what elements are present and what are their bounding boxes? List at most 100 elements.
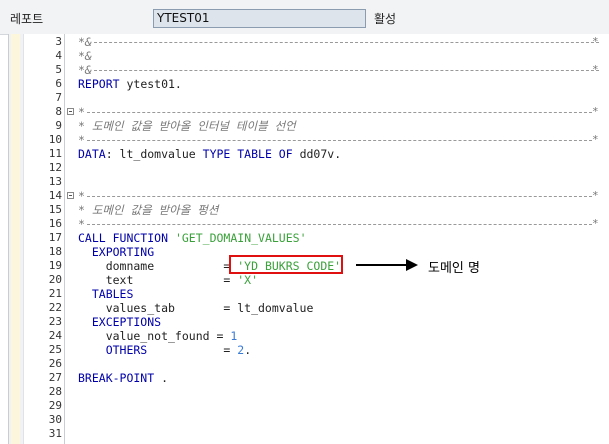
comment-rule xyxy=(87,224,592,225)
line-number: 3 xyxy=(55,35,62,48)
code-line[interactable]: 3 *& * xyxy=(9,35,609,49)
line-number: 30 xyxy=(48,413,62,426)
code-line[interactable]: 24 value_not_found = 1 xyxy=(9,329,609,343)
line-number: 14 xyxy=(48,189,62,202)
code-token: EXCEPTIONS xyxy=(78,315,162,329)
code-token: BREAK-POINT xyxy=(78,371,155,385)
code-token: domname = xyxy=(78,259,238,273)
comment-rule xyxy=(87,112,592,113)
line-number: 4 xyxy=(55,49,62,62)
code-line[interactable]: 28 xyxy=(9,385,609,399)
code-token: value_not_found = xyxy=(78,329,231,343)
line-number: 9 xyxy=(55,119,62,132)
code-line[interactable]: 30 xyxy=(9,413,609,427)
line-number: 16 xyxy=(48,217,62,230)
code-line[interactable]: 13 xyxy=(9,175,609,189)
arrow-line xyxy=(356,264,408,266)
code-text: DATA: lt_domvalue TYPE TABLE OF dd07v. xyxy=(78,147,341,161)
line-number: 5 xyxy=(55,63,62,76)
code-line[interactable]: 22 values_tab = lt_domvalue xyxy=(9,301,609,315)
code-text: BREAK-POINT . xyxy=(78,371,168,385)
status-label: 활성 xyxy=(374,12,397,26)
code-token: EXPORTING xyxy=(78,245,155,259)
code-text: text = 'X' xyxy=(78,273,258,287)
code-token: values_tab = lt_domvalue xyxy=(78,301,314,315)
code-line[interactable]: 9 * 도메인 값을 받아올 인터널 테이블 선언 xyxy=(9,119,609,133)
code-text: CALL FUNCTION 'GET_DOMAIN_VALUES' xyxy=(78,231,307,245)
fold-toggle-icon[interactable] xyxy=(67,108,74,115)
line-number: 18 xyxy=(48,245,62,258)
arrow-head-icon xyxy=(406,259,418,271)
comment-rule xyxy=(87,196,592,197)
line-number: 10 xyxy=(48,133,62,146)
comment-rule xyxy=(94,42,599,43)
line-number: 6 xyxy=(55,77,62,90)
code-line[interactable]: 17 CALL FUNCTION 'GET_DOMAIN_VALUES' xyxy=(9,231,609,245)
code-line[interactable]: 8 * * xyxy=(9,105,609,119)
code-line[interactable]: 31 xyxy=(9,427,609,441)
code-token: OTHERS xyxy=(78,343,148,357)
comment-text: * xyxy=(78,105,85,119)
comment-text: *& xyxy=(78,49,92,63)
code-line[interactable]: 4 *& xyxy=(9,49,609,63)
code-line[interactable]: 11 DATA: lt_domvalue TYPE TABLE OF dd07v. xyxy=(9,147,609,161)
annotation-label: 도메인 명 xyxy=(428,261,480,276)
code-line[interactable]: 5 *& * xyxy=(9,63,609,77)
line-number: 20 xyxy=(48,273,62,286)
code-line[interactable]: 23 EXCEPTIONS xyxy=(9,315,609,329)
code-token: . xyxy=(244,343,252,357)
line-number: 12 xyxy=(48,161,62,174)
code-token: = xyxy=(147,343,238,357)
comment-rule-end: * xyxy=(592,105,599,118)
code-line[interactable]: 15 * 도메인 값을 받아올 펑션 xyxy=(9,203,609,217)
code-token: 'X' xyxy=(237,273,259,287)
line-number: 11 xyxy=(48,147,62,160)
line-number: 22 xyxy=(48,301,62,314)
comment-rule-end: * xyxy=(592,133,599,146)
code-text: REPORT ytest01. xyxy=(78,77,182,91)
code-token: TYPE TABLE OF xyxy=(202,147,293,161)
comment-rule-end: * xyxy=(592,189,599,202)
comment-text: * xyxy=(78,217,85,231)
line-number: 13 xyxy=(48,175,62,188)
comment-rule-end: * xyxy=(592,63,599,76)
line-number: 19 xyxy=(48,259,62,272)
comment-text: * 도메인 값을 받아올 펑션 xyxy=(78,203,219,217)
code-line[interactable]: 26 xyxy=(9,357,609,371)
code-token: : lt_domvalue xyxy=(105,147,203,161)
code-line[interactable]: 14 * * xyxy=(9,189,609,203)
line-number: 15 xyxy=(48,203,62,216)
code-token: DATA xyxy=(78,147,106,161)
line-number: 31 xyxy=(48,427,62,440)
comment-text: *& xyxy=(78,63,92,77)
code-token: TABLES xyxy=(78,287,134,301)
code-text: values_tab = lt_domvalue xyxy=(78,301,314,315)
code-line[interactable]: 10 * * xyxy=(9,133,609,147)
line-number: 28 xyxy=(48,385,62,398)
code-line[interactable]: 6 REPORT ytest01. xyxy=(9,77,609,91)
code-text: value_not_found = 1 xyxy=(78,329,238,343)
code-editor[interactable]: 3 *& * 4 *& 5 *& * 6 REPORT ytest01. 7 8 * * 9 * 도메인 값을… xyxy=(8,34,609,444)
code-line[interactable]: 7 xyxy=(9,91,609,105)
code-line[interactable]: 21 TABLES xyxy=(9,287,609,301)
line-number: 8 xyxy=(55,105,62,118)
code-token: 'GET_DOMAIN_VALUES' xyxy=(174,231,307,245)
code-token: REPORT xyxy=(78,77,120,91)
code-line[interactable]: 25 OTHERS = 2. xyxy=(9,343,609,357)
code-text: EXPORTING xyxy=(78,245,154,259)
code-token: text = xyxy=(78,273,238,287)
code-line[interactable]: 16 * * xyxy=(9,217,609,231)
code-token: 1 xyxy=(230,329,238,343)
comment-text: *& xyxy=(78,35,92,49)
toolbar-header: 레포트 YTEST01 활성 xyxy=(0,0,609,35)
code-line[interactable]: 29 xyxy=(9,399,609,413)
line-number: 17 xyxy=(48,231,62,244)
code-line[interactable]: 27 BREAK-POINT . xyxy=(9,371,609,385)
code-line[interactable]: 12 xyxy=(9,161,609,175)
code-text: EXCEPTIONS xyxy=(78,315,161,329)
code-line[interactable]: 20 text = 'X' xyxy=(9,273,609,287)
code-text: TABLES xyxy=(78,287,134,301)
fold-toggle-icon[interactable] xyxy=(67,192,74,199)
report-name-field[interactable]: YTEST01 xyxy=(153,9,366,28)
